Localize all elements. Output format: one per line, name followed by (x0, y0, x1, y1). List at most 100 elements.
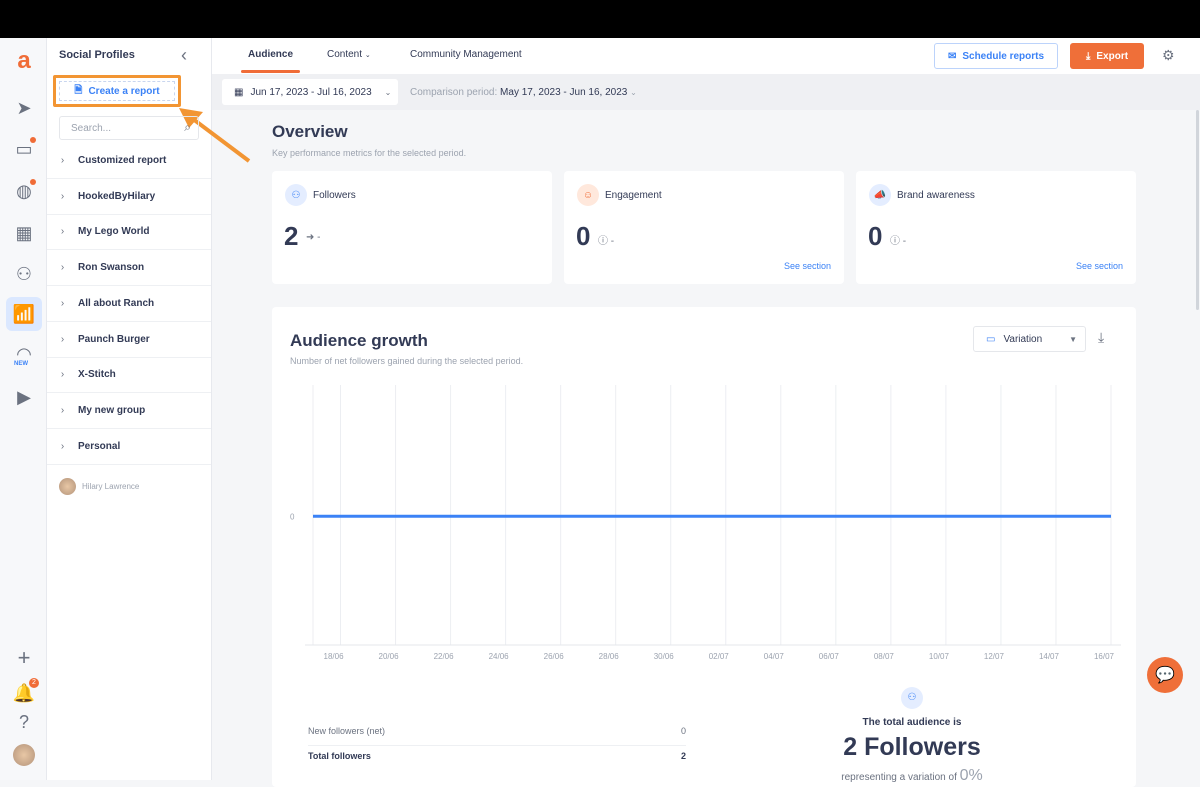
arrow-icon: ➜ (306, 232, 315, 243)
search-input[interactable]: Search... ⌕ (59, 116, 199, 140)
comparison-period[interactable]: Comparison period: May 17, 2023 - Jun 16… (410, 87, 637, 98)
date-range-picker[interactable]: ▦ Jun 17, 2023 - Jul 16, 2023 ⌄ (222, 79, 398, 105)
caret-down-icon: ▼ (1069, 334, 1077, 344)
stat-row: New followers (net) 0 (308, 726, 686, 746)
see-section-link[interactable]: See section (784, 261, 831, 271)
app-logo[interactable]: a (11, 47, 37, 74)
avatar (59, 478, 76, 495)
sidebar-item[interactable]: › X-Stitch (47, 357, 211, 394)
chevron-right-icon: › (60, 333, 65, 345)
chart-icon: ▭ (986, 333, 996, 345)
sidebar-item[interactable]: › Paunch Burger (47, 322, 211, 358)
x-tick-label: 28/06 (599, 652, 620, 661)
see-section-link[interactable]: See section (1076, 261, 1123, 271)
schedule-reports-button[interactable]: ✉ Schedule reports (934, 43, 1058, 69)
sidebar-item-label: Customized report (78, 155, 167, 166)
plus-icon[interactable]: + (11, 645, 37, 671)
chevron-down-icon: ⌄ (364, 52, 371, 59)
chevron-right-icon: › (60, 297, 65, 309)
tab-content[interactable]: Content ⌄ (327, 49, 371, 60)
chevron-right-icon: › (60, 404, 65, 416)
search-icon: ⌕ (184, 120, 191, 134)
x-tick-label: 10/07 (929, 652, 950, 661)
icon-rail: a ➤ ▭ ◍ ▦ ⚇ 📶 ◠ NEW ▶ + 🔔 2 ? (0, 38, 47, 780)
engagement-icon: ☺ (577, 184, 599, 206)
top-black-bar (0, 0, 1200, 38)
mail-clock-icon: ✉ (947, 50, 957, 62)
header: Audience Content ⌄ Community Management … (212, 38, 1200, 74)
x-tick-label: 06/07 (819, 652, 840, 661)
sidebar-item-label: X-Stitch (78, 369, 116, 381)
chevron-down-icon: ⌄ (630, 88, 637, 97)
collapse-icon[interactable]: ‹ (181, 45, 187, 66)
x-tick-label: 24/06 (489, 652, 510, 661)
sidebar-item[interactable]: › Ron Swanson (47, 250, 211, 287)
total-audience-value: 2 Followers (843, 733, 981, 761)
help-icon[interactable]: ? (11, 709, 37, 735)
variation-select[interactable]: ▭ Variation ▼ (973, 326, 1086, 352)
x-tick-label: 12/07 (984, 652, 1005, 661)
gear-icon[interactable]: ⚙ (1162, 47, 1175, 64)
filter-bar: ▦ Jun 17, 2023 - Jul 16, 2023 ⌄ Comparison… (212, 74, 1200, 110)
chevron-right-icon: › (60, 190, 65, 202)
user-profile[interactable]: Hilary Lawrence (59, 478, 139, 495)
download-icon[interactable]: ⤓ (1098, 329, 1104, 346)
sidebar-item[interactable]: › HookedByHilary (47, 179, 211, 215)
x-tick-label: 02/07 (709, 652, 730, 661)
tab-community-management[interactable]: Community Management (410, 49, 522, 60)
followers-icon: ⚇ (792, 687, 1032, 709)
overview-title: Overview (272, 122, 348, 141)
chat-button[interactable]: 💬 (1147, 657, 1183, 693)
analytics-icon[interactable]: 📶 (6, 297, 42, 331)
stat-row: Total followers 2 (308, 751, 686, 761)
x-tick-label: 20/06 (379, 652, 400, 661)
calendar-icon[interactable]: ▦ (11, 220, 37, 246)
bell-icon[interactable]: 🔔 2 (11, 678, 39, 706)
audience-growth-chart: 18/06 20/06 22/06 24/06 26/06 28/06 30/06 02/07… (290, 385, 1121, 661)
growth-title: Audience growth (290, 331, 428, 350)
sidebar-item-label: Paunch Burger (78, 333, 150, 345)
sidebar-item[interactable]: › Personal (47, 429, 211, 465)
scrollbar[interactable] (1196, 110, 1199, 310)
x-tick-label: 30/06 (654, 652, 675, 661)
sidebar-item[interactable]: › Customized report (47, 143, 211, 179)
avatar[interactable] (11, 742, 37, 768)
x-tick-label: 04/07 (764, 652, 785, 661)
notification-count: 2 (29, 678, 39, 688)
x-tick-label: 26/06 (544, 652, 565, 661)
followers-icon: ⚇ (285, 184, 307, 206)
globe-search-icon[interactable]: ◍ (11, 178, 37, 204)
sidebar-title: Social Profiles (59, 49, 135, 61)
brand-awareness-card: 📣 Brand awareness 0 ⓘ - See section (856, 171, 1136, 284)
chevron-right-icon: › (60, 226, 65, 238)
sidebar-item-label: Personal (78, 440, 121, 452)
users-icon[interactable]: ⚇ (11, 261, 37, 287)
sidebar-item[interactable]: › My Lego World (47, 214, 211, 251)
new-badge: NEW (14, 361, 28, 367)
x-tick-label: 22/06 (434, 652, 455, 661)
download-icon: ⤓ (1085, 50, 1091, 62)
tab-audience[interactable]: Audience (240, 49, 301, 73)
sidebar-item[interactable]: › All about Ranch (47, 286, 211, 322)
sidebar-item-label: My Lego World (78, 226, 150, 238)
total-audience-label: The total audience is (862, 717, 962, 728)
sidebar-item[interactable]: › My new group (47, 393, 211, 429)
export-button[interactable]: ⤓ Export (1070, 43, 1144, 69)
user-name: Hilary Lawrence (82, 482, 140, 491)
info-icon: ⓘ (890, 236, 900, 247)
sidebar-item-label: My new group (78, 404, 146, 416)
sidebar-item-label: All about Ranch (78, 297, 155, 309)
create-report-button[interactable]: 🗎 Create a report (53, 75, 181, 107)
calendar-icon: ▦ (234, 86, 244, 98)
inbox-icon[interactable]: ▭ (11, 136, 37, 162)
chevron-down-icon: ⌄ (384, 87, 392, 97)
paper-plane-icon[interactable]: ➤ (11, 95, 37, 121)
chevron-right-icon: › (60, 155, 65, 166)
y-tick-label: 0 (290, 512, 295, 521)
media-library-icon[interactable]: ▶ (11, 384, 37, 410)
info-icon: ⓘ (598, 236, 608, 247)
variation-text: representing a variation of 0% (841, 767, 983, 784)
megaphone-icon: 📣 (869, 184, 891, 206)
x-tick-label: 08/07 (874, 652, 895, 661)
sidebar-item-label: HookedByHilary (78, 190, 156, 202)
